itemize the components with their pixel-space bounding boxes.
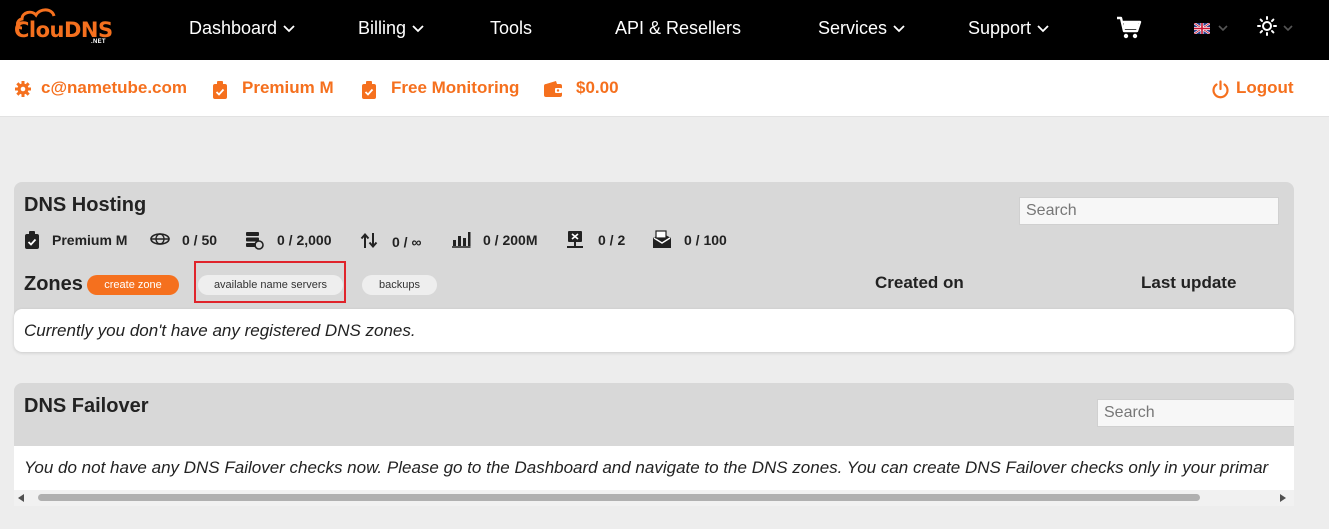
scroll-left-arrow-icon[interactable] bbox=[18, 494, 24, 502]
nav-billing[interactable]: Billing bbox=[358, 17, 424, 41]
plan-badge-icon bbox=[25, 231, 39, 249]
nav-tools[interactable]: Tools bbox=[490, 17, 532, 41]
zones-globe-icon bbox=[150, 233, 170, 245]
column-last-update[interactable]: Last update bbox=[1141, 273, 1236, 293]
create-zone-button[interactable]: create zone bbox=[87, 275, 179, 295]
nav-api-resellers-label: API & Resellers bbox=[615, 18, 742, 38]
dns-hosting-search-input[interactable] bbox=[1019, 197, 1279, 225]
cloudns-logo[interactable]: ClouDNS .NET bbox=[14, 6, 113, 48]
stat-mail-forwards: 0 / 100 bbox=[652, 230, 742, 250]
network-icon bbox=[567, 231, 583, 248]
dns-hosting-title: DNS Hosting bbox=[24, 194, 147, 216]
horizontal-scrollbar[interactable] bbox=[14, 490, 1294, 506]
power-icon bbox=[1212, 80, 1229, 99]
free-monitoring: Free Monitoring bbox=[391, 78, 520, 97]
dns-failover-panel: DNS Failover You do not have any DNS Fai… bbox=[14, 383, 1294, 493]
stat-queries-value: 0 / 200M bbox=[483, 232, 538, 248]
uk-flag-icon[interactable] bbox=[1194, 23, 1210, 34]
nav-api-resellers[interactable]: API & Resellers bbox=[615, 17, 741, 41]
scroll-right-arrow-icon[interactable] bbox=[1280, 494, 1286, 502]
chevron-down-icon bbox=[283, 25, 295, 33]
monitoring-badge-icon bbox=[362, 81, 376, 99]
queries-chart-icon bbox=[452, 232, 471, 248]
account-bar: c@nametube.com Premium M Free Monitoring… bbox=[0, 60, 1329, 117]
stat-network: 0 / 2 bbox=[566, 230, 631, 250]
nav-services-label: Services bbox=[818, 18, 888, 38]
dns-failover-empty-message: You do not have any DNS Failover checks … bbox=[24, 458, 1269, 477]
logout-link[interactable]: Logout bbox=[1211, 78, 1296, 100]
dns-failover-title: DNS Failover bbox=[24, 395, 149, 417]
dns-zones-empty-card: Currently you don't have any registered … bbox=[14, 309, 1294, 352]
backups-button[interactable]: backups bbox=[362, 275, 437, 295]
nav-support[interactable]: Support bbox=[968, 17, 1049, 41]
nav-dashboard-label: Dashboard bbox=[189, 18, 278, 38]
account-email: c@nametube.com bbox=[41, 78, 188, 97]
zones-heading: Zones bbox=[24, 273, 83, 295]
theme-sun-icon[interactable] bbox=[1257, 16, 1277, 36]
stat-records-value: 0 / 2,000 bbox=[277, 232, 332, 248]
free-monitoring-link[interactable]: Free Monitoring bbox=[361, 78, 521, 100]
stat-mail-forwards-value: 0 / 100 bbox=[684, 232, 727, 248]
stat-plan: Premium M bbox=[24, 230, 139, 250]
nav-dashboard[interactable]: Dashboard bbox=[189, 17, 295, 41]
account-plan: Premium M bbox=[242, 78, 334, 97]
stat-zones-value: 0 / 50 bbox=[182, 232, 218, 248]
scrollbar-thumb[interactable] bbox=[38, 494, 1200, 501]
wallet-icon bbox=[544, 81, 562, 97]
column-created-on[interactable]: Created on bbox=[875, 273, 964, 293]
records-server-icon bbox=[246, 232, 264, 250]
chevron-down-icon[interactable] bbox=[1218, 25, 1228, 31]
mail-forward-icon bbox=[653, 230, 671, 248]
chevron-down-icon bbox=[1037, 25, 1049, 33]
stat-transfers: 0 / ∞ bbox=[360, 230, 430, 250]
nav-services[interactable]: Services bbox=[818, 17, 905, 41]
cart-icon[interactable] bbox=[1116, 16, 1142, 40]
logo-suffix: .NET bbox=[91, 39, 106, 45]
stat-records: 0 / 2,000 bbox=[244, 230, 344, 250]
logout-label: Logout bbox=[1236, 78, 1294, 97]
stat-plan-value: Premium M bbox=[52, 232, 128, 248]
nav-support-label: Support bbox=[968, 18, 1032, 38]
chevron-down-icon bbox=[412, 25, 424, 33]
stat-zones: 0 / 50 bbox=[150, 230, 225, 250]
account-balance: $0.00 bbox=[576, 78, 619, 97]
stat-network-value: 0 / 2 bbox=[598, 232, 626, 248]
stat-transfers-value: 0 / ∞ bbox=[392, 234, 422, 250]
chevron-down-icon[interactable] bbox=[1283, 25, 1293, 31]
chevron-down-icon bbox=[893, 25, 905, 33]
account-balance-link[interactable]: $0.00 bbox=[543, 78, 628, 100]
stat-queries: 0 / 200M bbox=[451, 230, 551, 250]
top-navigation-bar: ClouDNS .NET Dashboard Billing Tools API… bbox=[0, 0, 1329, 60]
account-plan-link[interactable]: Premium M bbox=[212, 78, 337, 100]
plan-badge-icon bbox=[213, 81, 227, 99]
highlight-annotation-box bbox=[194, 261, 346, 303]
transfer-arrows-icon bbox=[360, 232, 378, 249]
dns-failover-empty-card: You do not have any DNS Failover checks … bbox=[14, 446, 1294, 493]
dns-failover-search-input[interactable] bbox=[1097, 399, 1294, 427]
nav-billing-label: Billing bbox=[358, 18, 407, 38]
nav-tools-label: Tools bbox=[490, 18, 533, 38]
gear-icon bbox=[15, 81, 31, 97]
account-email-link[interactable]: c@nametube.com bbox=[14, 78, 189, 100]
dns-zones-empty-message: Currently you don't have any registered … bbox=[24, 321, 416, 340]
